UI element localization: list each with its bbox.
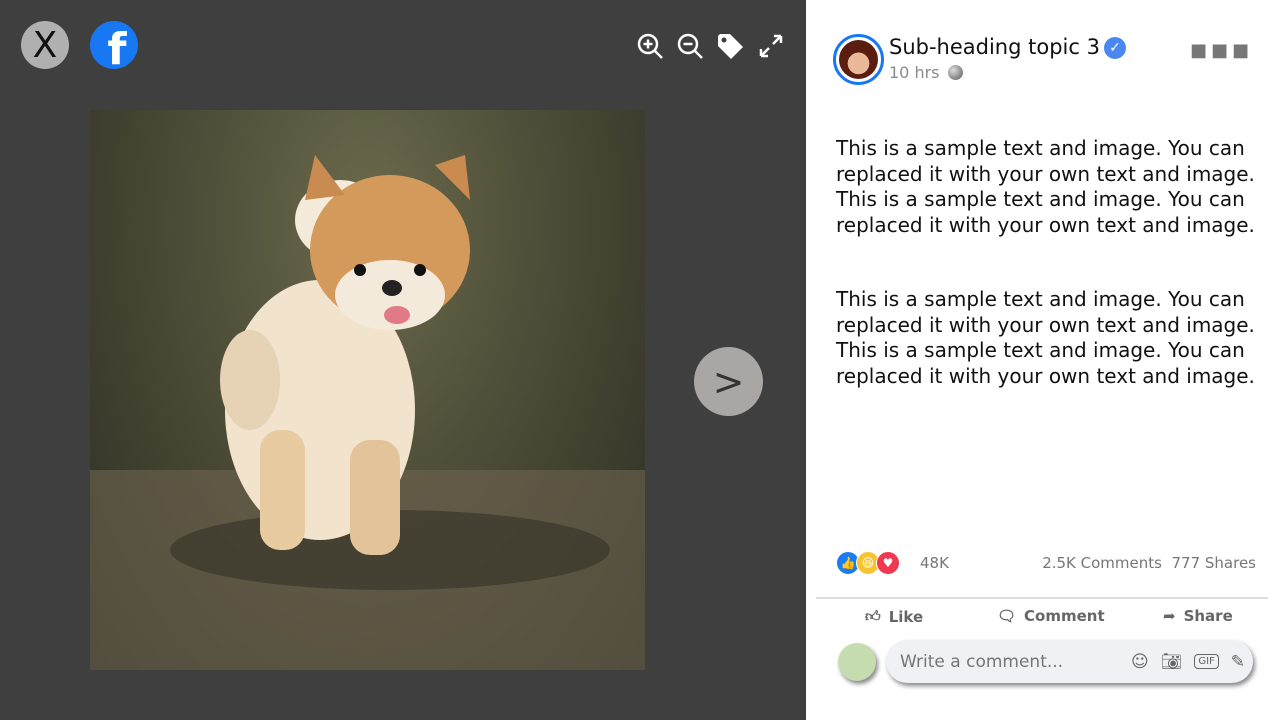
- reaction-count[interactable]: 48K: [920, 554, 949, 572]
- author-avatar[interactable]: [833, 34, 884, 85]
- tag-icon[interactable]: [716, 32, 744, 60]
- zoom-in-icon[interactable]: [636, 32, 664, 60]
- share-button[interactable]: ➦ Share: [1163, 607, 1233, 625]
- globe-icon: [947, 65, 963, 80]
- post-stats: 2.5K Comments 777 Shares: [1042, 554, 1256, 572]
- user-avatar: [838, 643, 876, 681]
- share-count[interactable]: 777 Shares: [1172, 554, 1257, 572]
- like-button[interactable]: 👍︎ Like: [865, 607, 923, 626]
- gif-icon[interactable]: GIF: [1194, 654, 1219, 669]
- camera-icon[interactable]: 📷︎: [1161, 652, 1183, 672]
- divider: [816, 597, 1268, 599]
- comment-button[interactable]: 🗨 Comment: [997, 607, 1105, 625]
- comment-bubble-icon: 🗨: [997, 607, 1017, 625]
- fullscreen-icon[interactable]: [757, 32, 785, 60]
- comment-count[interactable]: 2.5K Comments: [1042, 554, 1162, 572]
- love-reaction-icon: ♥: [876, 551, 900, 575]
- thumbs-up-icon: 👍︎: [865, 607, 881, 625]
- comment-input[interactable]: [900, 651, 1119, 672]
- verified-badge-icon: ✓: [1103, 37, 1126, 59]
- post-text-paragraph: This is a sample text and image. You can…: [836, 287, 1255, 388]
- zoom-out-icon[interactable]: [676, 32, 704, 60]
- more-options-button[interactable]: ■■■: [1190, 40, 1253, 61]
- facebook-logo-icon[interactable]: f: [90, 21, 138, 69]
- post-time: 10 hrs: [889, 63, 963, 82]
- photo-viewer: X f >: [0, 0, 806, 720]
- post-text-paragraph: This is a sample text and image. You can…: [836, 136, 1255, 237]
- close-button[interactable]: X: [21, 21, 69, 69]
- sticker-icon[interactable]: ✎: [1231, 652, 1245, 672]
- next-photo-button[interactable]: >: [694, 347, 763, 416]
- emoji-icon[interactable]: ☺: [1131, 652, 1149, 672]
- share-arrow-icon: ➦: [1163, 607, 1176, 625]
- post-photo: [90, 110, 645, 670]
- reactions[interactable]: 👍 😆 ♥: [836, 551, 900, 575]
- dog-image: [90, 155, 645, 670]
- comment-box[interactable]: ☺ 📷︎ GIF ✎: [886, 640, 1253, 683]
- post-author[interactable]: Sub-heading topic 3 ✓: [889, 35, 1126, 59]
